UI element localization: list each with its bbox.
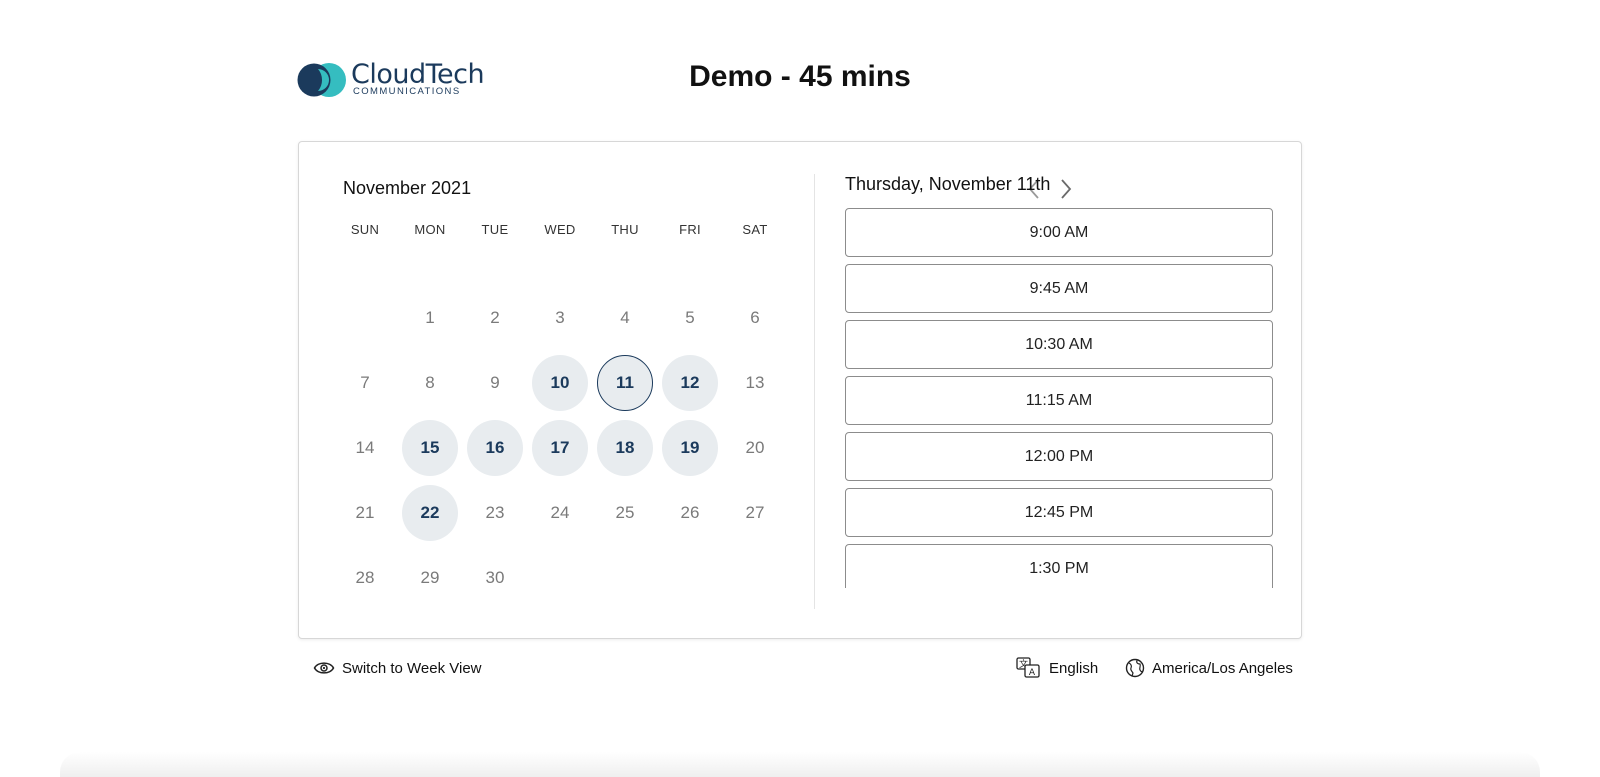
calendar-day: 2 [490,308,500,327]
weekday-header: SUN MON TUE WED THU FRI SAT [333,222,787,242]
globe-icon [1125,658,1145,678]
time-slot-button[interactable]: 9:00 AM [845,208,1273,257]
language-selector[interactable]: 文 A English [1016,657,1098,679]
weekday-label: SAT [742,222,768,237]
time-slot-button[interactable]: 12:00 PM [845,432,1273,481]
language-label: English [1049,659,1099,677]
calendar-grid: 1 2 3 4 5 6 7 8 9 10 11 12 13 14 15 16 17 18 19 20 21 22 23 24 2… [333,308,787,638]
calendar-day-available[interactable]: 19 [662,420,718,476]
bottom-shadow [60,752,1540,777]
calendar-day: 7 [360,373,370,392]
switch-week-view-button[interactable]: Switch to Week View [313,657,482,679]
calendar-day: 28 [355,568,375,587]
week-view-label: Switch to Week View [342,659,482,677]
selected-date-heading: Thursday, November 11th [845,174,1051,194]
calendar-day: 29 [420,568,440,587]
calendar-day: 25 [615,503,635,522]
time-slot-button[interactable]: 12:45 PM [845,488,1273,537]
weekday-label: TUE [481,222,509,237]
calendar-day: 30 [485,568,505,587]
timezone-selector[interactable]: America/Los Angeles [1125,657,1293,679]
calendar-day-available[interactable]: 15 [402,420,458,476]
chevron-right-icon [1061,179,1072,199]
calendar-day: 3 [555,308,565,327]
calendar-day: 6 [750,308,760,327]
calendar-day-available[interactable]: 12 [662,355,718,411]
timezone-label: America/Los Angeles [1152,659,1293,677]
calendar-day: 4 [620,308,630,327]
calendar-day-available[interactable]: 18 [597,420,653,476]
calendar-day: 5 [685,308,695,327]
time-slot-list[interactable]: 9:00 AM 9:45 AM 10:30 AM 11:15 AM 12:00 PM 12… [845,208,1273,588]
calendar-day: 27 [745,503,765,522]
weekday-label: FRI [679,222,701,237]
translate-icon: 文 A [1016,657,1040,678]
next-month-button[interactable] [1055,176,1077,202]
calendar-day-selected[interactable]: 11 [597,355,653,411]
calendar-day: 9 [490,373,500,392]
calendar-day: 14 [355,438,375,457]
calendar-day: 13 [745,373,765,392]
calendar-day-available[interactable]: 22 [402,485,458,541]
calendar-day-available[interactable]: 10 [532,355,588,411]
weekday-label: MON [414,222,446,237]
weekday-label: THU [611,222,639,237]
weekday-label: WED [544,222,576,237]
calendar-day: 21 [355,503,375,522]
calendar-day: 23 [485,503,505,522]
time-slot-button[interactable]: 1:30 PM [845,544,1273,588]
calendar-day: 8 [425,373,435,392]
calendar-day: 26 [680,503,700,522]
time-slot-button[interactable]: 11:15 AM [845,376,1273,425]
eye-icon [313,662,335,674]
panel-divider [814,174,815,609]
page-title: Demo - 45 mins [689,60,911,93]
calendar-day: 20 [745,438,765,457]
weekday-label: SUN [350,222,380,237]
month-label: November 2021 [343,178,472,198]
calendar-day: 24 [550,503,570,522]
scheduler-card: November 2021 SUN MON TUE WED THU FRI SAT 1234… [298,141,1302,639]
calendar-day-available[interactable]: 16 [467,420,523,476]
time-slot-button[interactable]: 10:30 AM [845,320,1273,369]
calendar-day: 1 [425,308,435,327]
calendar-day-available[interactable]: 17 [532,420,588,476]
time-slot-button[interactable]: 9:45 AM [845,264,1273,313]
svg-text:A: A [1029,668,1036,678]
